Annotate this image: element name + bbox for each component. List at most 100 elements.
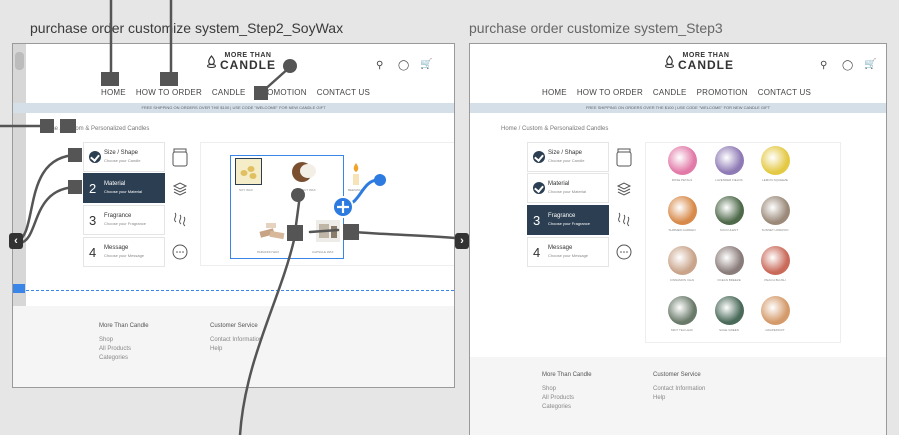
fragrance-option[interactable] — [715, 246, 744, 275]
search-icon[interactable]: ⚲ — [820, 60, 827, 71]
fragrance-label: GRAPEFRUIT — [765, 328, 785, 332]
nav-candle[interactable]: CANDLE — [212, 88, 246, 97]
step-number: 4 — [533, 245, 541, 260]
jar-icon — [169, 142, 191, 172]
material-label: SOY WAX — [239, 188, 253, 192]
material-paraffin-wax[interactable] — [258, 218, 288, 244]
fragrance-option[interactable] — [761, 146, 790, 175]
step-material[interactable]: 2 Material Choose your Material — [83, 173, 165, 203]
footer-col-company: More Than Candle Shop All Products Categ… — [542, 371, 592, 412]
site-footer: More Than Candle Shop All Products Categ… — [470, 357, 886, 435]
footer-col-service: Customer Service Contact Information Hel… — [210, 322, 262, 354]
fragrance-option[interactable] — [715, 296, 744, 325]
nav-how-to-order[interactable]: HOW TO ORDER — [136, 88, 202, 97]
selection-handle[interactable] — [13, 284, 25, 293]
scrollbar-thumb[interactable] — [15, 52, 24, 70]
step-material[interactable]: Material Choose your Material — [527, 173, 609, 203]
site-footer: More Than Candle Shop All Products Categ… — [13, 306, 454, 387]
fragrance-option[interactable] — [761, 296, 790, 325]
step-subtitle: Choose your Fragrance — [104, 221, 147, 226]
step-title: Material — [548, 181, 570, 187]
step-subtitle: Choose your Message — [548, 253, 589, 258]
fragrance-option[interactable] — [668, 196, 697, 225]
material-label: COCONUT WAX — [293, 188, 316, 192]
footer-link-contact[interactable]: Contact Information — [653, 385, 705, 394]
check-icon — [89, 151, 101, 163]
frame-step2[interactable]: MORE THAN CANDLE ⚲ ◯ 🛒 HOME HOW TO ORDER… — [12, 43, 455, 388]
footer-heading: Customer Service — [653, 372, 701, 378]
material-beeswax[interactable] — [350, 162, 362, 186]
wax-layers-icon — [169, 173, 191, 203]
logo-line2: CANDLE — [220, 58, 276, 72]
step-subtitle: Choose your Material — [548, 189, 587, 194]
nav-how-to-order[interactable]: HOW TO ORDER — [577, 88, 643, 97]
breadcrumb[interactable]: Home / Custom & Personalized Candles — [42, 126, 149, 132]
chevron-right-icon[interactable]: › — [455, 233, 469, 249]
footer-link-categories[interactable]: Categories — [99, 354, 149, 363]
frame-title-step2[interactable]: purchase order customize system_Step2_So… — [30, 20, 343, 36]
footer-link-all-products[interactable]: All Products — [542, 394, 592, 403]
footer-heading: More Than Candle — [99, 323, 149, 329]
fragrance-label: CINNAMON CHAI — [669, 278, 695, 282]
step-number: 3 — [89, 213, 97, 228]
fold-guide-line — [26, 290, 454, 291]
footer-link-shop[interactable]: Shop — [99, 336, 149, 345]
step-fragrance[interactable]: 3 Fragrance Choose your Fragrance — [527, 205, 609, 235]
footer-link-help[interactable]: Help — [210, 345, 262, 354]
account-icon[interactable]: ◯ — [842, 60, 853, 71]
step-size-shape[interactable]: Size / Shape Choose your Candle — [527, 142, 609, 172]
nav-contact-us[interactable]: CONTACT US — [758, 88, 811, 97]
fragrance-option[interactable] — [761, 246, 790, 275]
footer-link-shop[interactable]: Shop — [542, 385, 592, 394]
breadcrumb[interactable]: Home / Custom & Personalized Candles — [501, 126, 608, 132]
fragrance-option[interactable] — [715, 146, 744, 175]
material-coconut-wax[interactable] — [290, 158, 320, 185]
footer-link-all-products[interactable]: All Products — [99, 345, 149, 354]
fragrance-option[interactable] — [668, 246, 697, 275]
message-bubble-icon — [169, 237, 191, 267]
nav-promotion[interactable]: PROMOTION — [697, 88, 748, 97]
search-icon[interactable]: ⚲ — [376, 60, 383, 71]
step-fragrance[interactable]: 3 Fragrance Choose your Fragrance — [83, 205, 165, 235]
nav-contact-us[interactable]: CONTACT US — [317, 88, 370, 97]
main-nav: HOME HOW TO ORDER CANDLE PROMOTION CONTA… — [542, 88, 811, 97]
nav-home[interactable]: HOME — [101, 88, 126, 97]
step-message[interactable]: 4 Message Choose your Message — [83, 237, 165, 267]
footer-link-contact[interactable]: Contact Information — [210, 336, 262, 345]
material-soy-wax[interactable] — [235, 158, 262, 185]
cart-icon[interactable]: 🛒 — [864, 59, 876, 70]
fragrance-option[interactable] — [761, 196, 790, 225]
wax-layers-icon — [613, 173, 635, 203]
step-title: Message — [548, 245, 573, 251]
frame-title-step3[interactable]: purchase order customize system_Step3 — [469, 20, 723, 36]
fragrance-label: LAVENDER FIELDS — [715, 178, 743, 182]
fragrance-option[interactable] — [668, 146, 697, 175]
fragrance-label: SUNSET HORIZON — [761, 228, 789, 232]
account-icon[interactable]: ◯ — [398, 60, 409, 71]
fragrance-label: SUCCULENT — [719, 228, 739, 232]
fragrance-label: LEMON SQUEEZE — [762, 178, 788, 182]
material-capsule-wax[interactable] — [313, 216, 343, 244]
soy-bean-icon — [240, 166, 257, 179]
frame-step3[interactable]: MORE THAN CANDLE ⚲ ◯ 🛒 HOME HOW TO ORDER… — [469, 43, 887, 435]
brand-logo[interactable]: MORE THAN CANDLE — [665, 52, 734, 71]
chevron-left-icon[interactable]: ‹ — [9, 233, 23, 249]
step-message[interactable]: 4 Message Choose your Message — [527, 237, 609, 267]
nav-candle[interactable]: CANDLE — [653, 88, 687, 97]
nav-home[interactable]: HOME — [542, 88, 567, 97]
fragrance-option[interactable] — [715, 196, 744, 225]
footer-link-help[interactable]: Help — [653, 394, 705, 403]
brand-logo[interactable]: MORE THAN CANDLE — [207, 52, 276, 72]
message-bubble-icon — [613, 237, 635, 267]
fragrance-option[interactable] — [668, 296, 697, 325]
footer-heading: Customer Service — [210, 323, 258, 329]
step-subtitle: Choose your Message — [104, 253, 145, 258]
step-number: 4 — [89, 245, 97, 260]
nav-promotion[interactable]: PROMOTION — [256, 88, 307, 97]
step-title: Size / Shape — [104, 150, 139, 156]
footer-link-categories[interactable]: Categories — [542, 403, 592, 412]
promo-banner: FREE SHIPPING ON ORDERS OVER THE $100 | … — [470, 103, 886, 113]
material-label: CAPSULE WAX — [312, 250, 334, 254]
step-size-shape[interactable]: Size / Shape Choose your Candle — [83, 142, 165, 172]
cart-icon[interactable]: 🛒 — [420, 59, 432, 70]
